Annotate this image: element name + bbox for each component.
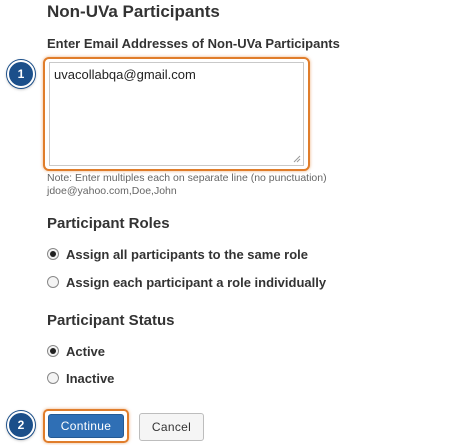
role-option-individual-label: Assign each participant a role individua… bbox=[66, 274, 327, 290]
step-1-callout: 1 bbox=[7, 60, 35, 88]
participant-roles-heading: Participant Roles bbox=[47, 215, 170, 232]
radio-unchecked-icon[interactable] bbox=[47, 276, 59, 288]
continue-button[interactable]: Continue bbox=[48, 414, 124, 438]
status-option-active[interactable]: Active bbox=[47, 342, 105, 360]
continue-button-highlight: Continue bbox=[43, 409, 129, 443]
status-option-active-label: Active bbox=[66, 343, 106, 359]
email-note-example: jdoe@yahoo.com,Doe,John bbox=[47, 185, 177, 197]
email-note: Note: Enter multiples each on separate l… bbox=[47, 172, 327, 184]
form-area: Non-UVa Participants Enter Email Address… bbox=[0, 0, 362, 445]
role-option-individual[interactable]: Assign each participant a role individua… bbox=[47, 273, 326, 291]
email-textarea[interactable]: uvacollabqa@gmail.com bbox=[49, 62, 304, 166]
role-option-same-label: Assign all participants to the same role bbox=[66, 246, 309, 262]
status-option-inactive-label: Inactive bbox=[66, 370, 115, 386]
role-option-same[interactable]: Assign all participants to the same role bbox=[47, 245, 308, 263]
radio-unchecked-icon[interactable] bbox=[47, 372, 59, 384]
step-2-callout: 2 bbox=[7, 411, 35, 439]
cancel-button[interactable]: Cancel bbox=[139, 413, 204, 441]
non-uva-heading: Non-UVa Participants bbox=[47, 2, 220, 21]
participant-status-heading: Participant Status bbox=[47, 312, 175, 329]
status-option-inactive[interactable]: Inactive bbox=[47, 369, 114, 387]
resize-handle-icon[interactable] bbox=[293, 155, 301, 163]
email-field-label: Enter Email Addresses of Non-UVa Partici… bbox=[47, 36, 340, 51]
radio-checked-icon[interactable] bbox=[47, 248, 59, 260]
email-textarea-value: uvacollabqa@gmail.com bbox=[54, 67, 196, 82]
email-textarea-highlight: uvacollabqa@gmail.com bbox=[43, 57, 310, 171]
radio-checked-icon[interactable] bbox=[47, 345, 59, 357]
